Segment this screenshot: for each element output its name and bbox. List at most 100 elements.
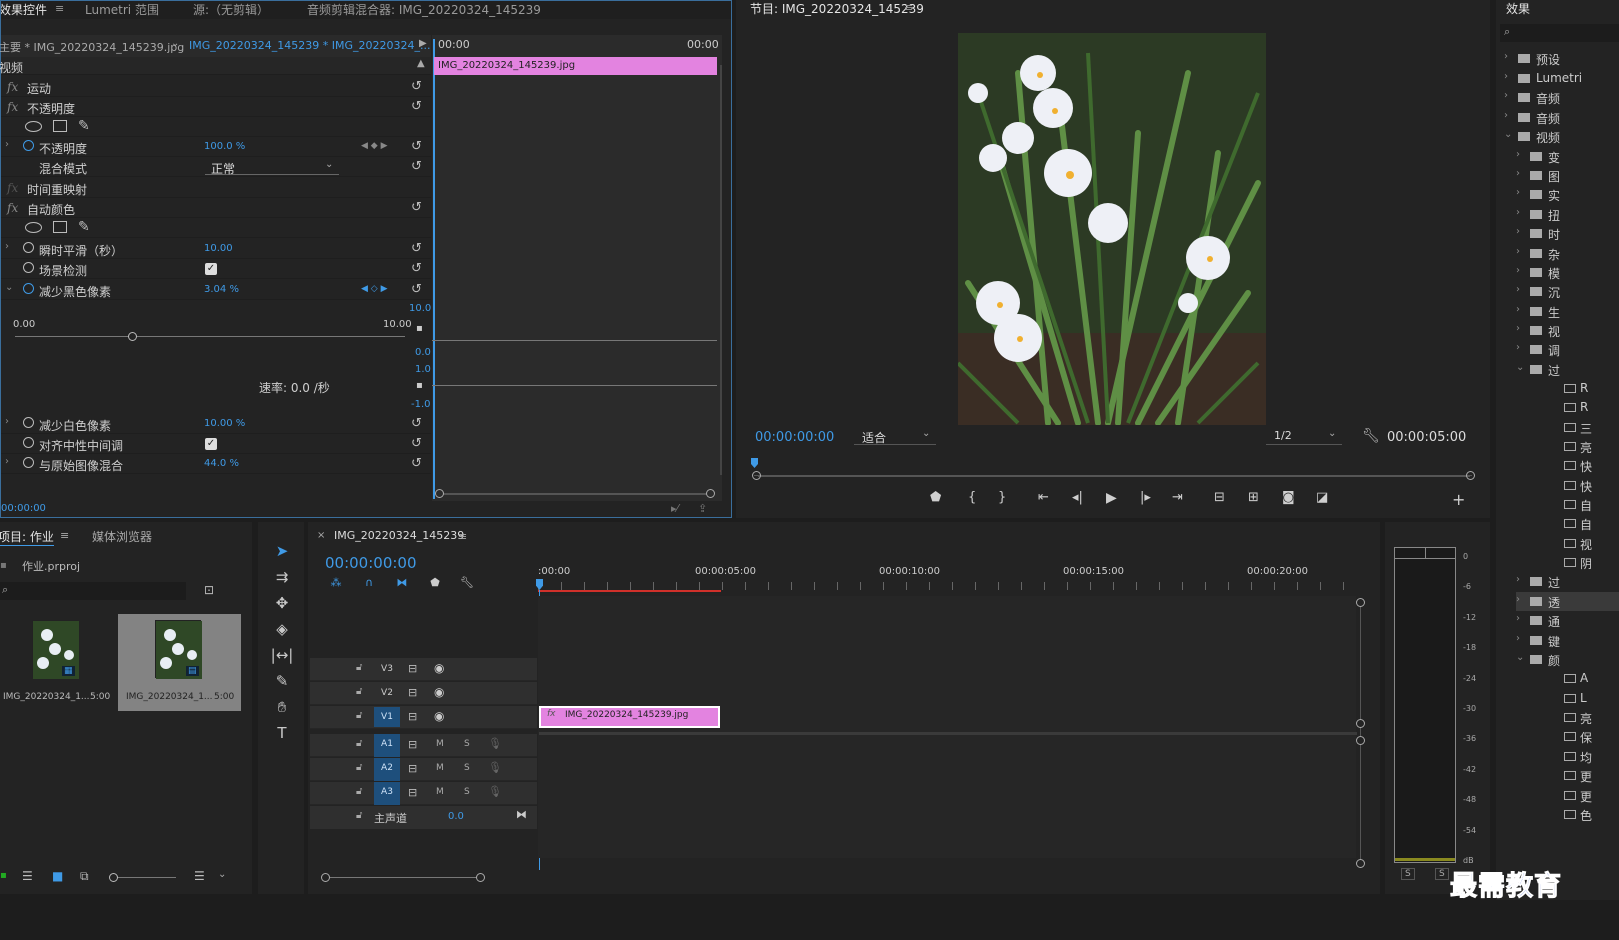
lock-icon[interactable]: 🔓︎ xyxy=(356,738,362,749)
lock-icon[interactable]: 🔓︎ xyxy=(356,810,362,821)
effects-folder-item[interactable]: ⌄ 过 xyxy=(1516,360,1619,379)
stopwatch-icon[interactable] xyxy=(23,457,34,468)
export-frame-icon[interactable]: ◙ xyxy=(1282,490,1295,505)
program-playhead[interactable] xyxy=(751,458,758,468)
lock-icon[interactable]: 🔓︎ xyxy=(356,710,362,721)
program-scroll-track[interactable] xyxy=(758,476,1470,477)
scene-detect-checkbox[interactable]: ✓ xyxy=(205,263,217,275)
close-icon[interactable]: × xyxy=(317,530,325,541)
sort-icon[interactable]: ☰ xyxy=(194,869,205,883)
folder-chevron-icon[interactable]: › xyxy=(1516,226,1520,237)
folder-chevron-icon[interactable]: › xyxy=(1516,168,1520,179)
slip-tool-icon[interactable]: |↔| xyxy=(270,644,294,666)
blend-original-value[interactable]: 44.0 % xyxy=(204,458,239,469)
folder-chevron-icon[interactable]: › xyxy=(1516,342,1520,353)
mute-button[interactable]: M xyxy=(436,739,444,749)
effects-folder-item[interactable]: › 键 xyxy=(1516,631,1619,650)
effects-folder-item[interactable]: › 变 xyxy=(1516,147,1619,166)
slider-handle[interactable] xyxy=(128,332,137,341)
list-view-icon[interactable]: ☰ xyxy=(22,869,33,883)
folder-chevron-icon[interactable]: › xyxy=(1516,246,1520,257)
solo-button[interactable]: S xyxy=(464,787,470,797)
master-track-header[interactable]: 🔓︎ 主声道 0.0 ⧓ xyxy=(310,806,537,829)
selection-tool-icon[interactable]: ➤ xyxy=(270,540,294,562)
lock-toggle-icon[interactable]: ▪ xyxy=(0,870,7,881)
resolution-select[interactable]: 1/2 ⌄ xyxy=(1266,428,1342,445)
effects-folder-item[interactable]: 亮 xyxy=(1528,437,1619,456)
smooth-value[interactable]: 10.00 xyxy=(204,243,233,254)
play-icon[interactable]: ▶ xyxy=(1106,490,1117,506)
effects-folder-item[interactable]: 快 xyxy=(1528,476,1619,495)
project-item[interactable]: ▦ IMG_20220324_1... 5:00 xyxy=(0,614,114,710)
stopwatch-icon[interactable] xyxy=(23,242,34,253)
reset-icon[interactable]: ↺ xyxy=(411,436,422,451)
audio-track-header[interactable]: 🔓︎ A3 ⊟ M S 🎙︎ xyxy=(310,782,537,805)
keyframe-nav-icon[interactable]: ◀ ◆ ▶ xyxy=(361,141,388,151)
fit-select[interactable]: 适合 ⌄ xyxy=(854,428,936,445)
mute-button[interactable]: M xyxy=(436,763,444,773)
pen-mask-icon[interactable]: ✎ xyxy=(78,118,90,134)
razor-tool-icon[interactable]: ◈ xyxy=(270,618,294,640)
velocity-scale-icon[interactable]: ▪ xyxy=(416,380,423,391)
folder-chevron-icon[interactable]: › xyxy=(1516,594,1520,605)
solo-left-button[interactable]: S xyxy=(1401,868,1415,880)
stopwatch-icon[interactable] xyxy=(23,140,34,151)
reset-icon[interactable]: ↺ xyxy=(411,139,422,154)
collapse-up-icon[interactable]: ▲ xyxy=(417,58,425,69)
timeline-clip[interactable]: fx IMG_20220324_145239.jpg xyxy=(539,706,720,728)
source-clip-label[interactable]: 主要 * IMG_20220324_145239.jpg xyxy=(0,39,184,55)
insert-overwrite-icon[interactable]: ⁂ xyxy=(328,575,344,591)
effects-folder-item[interactable]: › 音频 xyxy=(1504,108,1619,127)
v-scroll-handle-top[interactable] xyxy=(1356,598,1365,607)
extract-icon[interactable]: ⊞ xyxy=(1248,490,1259,505)
timeline-title[interactable]: IMG_20220324_145239 xyxy=(334,529,464,542)
stopwatch-icon[interactable] xyxy=(23,262,34,273)
thumbnail-size-handle[interactable] xyxy=(109,873,118,882)
effects-search-input[interactable]: ⌕ xyxy=(1500,24,1619,42)
expand-chevron-icon[interactable]: › xyxy=(5,139,9,150)
black-clip-value[interactable]: 3.04 % xyxy=(204,284,239,295)
effects-folder-item[interactable]: 视 xyxy=(1528,534,1619,553)
step-back-icon[interactable]: ◂| xyxy=(1072,490,1083,505)
tab-lumetri-scopes[interactable]: Lumetri 范围 xyxy=(85,1,159,18)
scene-detect-row[interactable]: 场景检测 ✓ ↺ xyxy=(1,259,431,279)
stopwatch-icon[interactable] xyxy=(23,437,34,448)
effects-folder-item[interactable]: › Lumetri xyxy=(1504,69,1619,88)
panel-menu-icon[interactable]: ≡ xyxy=(458,530,467,543)
audio-track-header[interactable]: 🔓︎ A2 ⊟ M S 🎙︎ xyxy=(310,758,537,781)
folder-chevron-icon[interactable]: › xyxy=(1516,265,1520,276)
effects-folder-item[interactable]: › 视 xyxy=(1516,321,1619,340)
video-track-header[interactable]: 🔓︎ V1 ⊟ ◉ xyxy=(310,706,537,729)
timeline-ruler[interactable]: :00:00 00:00:05:00 00:00:10:00 00:00:15:… xyxy=(538,562,1358,592)
folder-chevron-icon[interactable]: › xyxy=(1516,187,1520,198)
track-target-button[interactable]: A2 xyxy=(374,758,400,781)
snap-midtones-row[interactable]: 对齐中性中间调 ✓ ↺ xyxy=(1,434,431,454)
lock-icon[interactable]: 🔓︎ xyxy=(356,686,362,697)
ellipse-mask-icon[interactable] xyxy=(25,222,42,233)
folder-chevron-icon[interactable]: › xyxy=(1516,284,1520,295)
add-marker-icon[interactable]: ⬟ xyxy=(930,490,941,505)
chevron-down-icon[interactable]: ⌄ xyxy=(218,869,226,880)
effects-folder-item[interactable]: R xyxy=(1528,379,1619,398)
opacity-param-row[interactable]: › 不透明度 100.0 % ◀ ◆ ▶ ↺ xyxy=(1,137,431,157)
panel-menu-icon[interactable]: ≡ xyxy=(55,2,64,15)
project-search-input[interactable]: ⌕ xyxy=(0,582,186,600)
reset-icon[interactable]: ↺ xyxy=(411,200,422,215)
blend-original-row[interactable]: › 与原始图像混合 44.0 % ↺ xyxy=(1,454,431,474)
eye-icon[interactable]: ◉ xyxy=(434,709,444,723)
pen-mask-icon[interactable]: ✎ xyxy=(78,219,90,235)
effects-folder-item[interactable]: 保 xyxy=(1528,727,1619,746)
effects-folder-item[interactable]: A xyxy=(1528,669,1619,688)
snap-icon[interactable]: ∩ xyxy=(361,575,377,591)
effects-folder-item[interactable]: 自 xyxy=(1528,514,1619,533)
effects-folder-item[interactable]: › 沉 xyxy=(1516,282,1619,301)
stopwatch-icon[interactable] xyxy=(23,283,34,294)
ec-playhead[interactable] xyxy=(433,39,435,499)
type-tool-icon[interactable]: T xyxy=(270,722,294,744)
solo-button[interactable]: S xyxy=(464,763,470,773)
reset-icon[interactable]: ↺ xyxy=(411,261,422,276)
v-scroll-handle-bottom[interactable] xyxy=(1356,859,1365,868)
effects-folder-item[interactable]: › 过 xyxy=(1516,572,1619,591)
expand-chevron-icon[interactable]: › xyxy=(5,456,9,467)
comparison-view-icon[interactable]: ◪ xyxy=(1316,490,1328,505)
